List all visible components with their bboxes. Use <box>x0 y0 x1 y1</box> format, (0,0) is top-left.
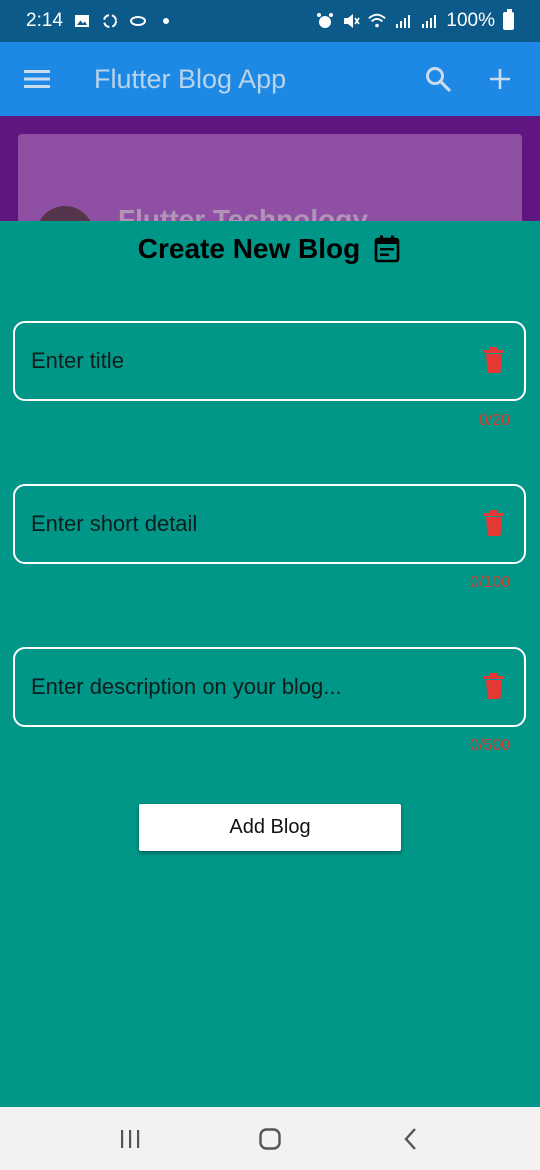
system-nav-bar <box>0 1107 540 1170</box>
recent-apps-icon <box>121 1129 140 1148</box>
recent-apps-button[interactable] <box>100 1114 160 1164</box>
calendar-icon <box>374 235 402 263</box>
wifi-icon <box>368 12 387 30</box>
title-counter: 0/20 <box>478 412 510 429</box>
trash-icon[interactable] <box>484 510 506 538</box>
mute-icon <box>342 12 361 30</box>
create-blog-sheet: Create New Blog 0/20 0/100 0/500 Add Blo… <box>0 221 540 1107</box>
short-detail-input[interactable] <box>31 511 484 537</box>
search-button[interactable] <box>418 59 458 99</box>
modal-scrim[interactable] <box>0 116 540 226</box>
trash-icon[interactable] <box>484 673 506 701</box>
search-icon <box>426 67 451 92</box>
back-button[interactable] <box>380 1114 440 1164</box>
app-bar: Flutter Blog App <box>0 42 540 116</box>
link-icon <box>129 12 147 30</box>
add-blog-button[interactable]: Add Blog <box>139 804 401 851</box>
battery-percent: 100% <box>446 10 495 31</box>
description-input[interactable] <box>31 674 484 700</box>
sync-icon <box>101 12 119 30</box>
status-bar: 2:14 100% <box>0 0 540 42</box>
sheet-header: Create New Blog <box>0 233 540 265</box>
title-field[interactable] <box>13 321 526 401</box>
alarm-icon <box>316 12 334 30</box>
status-time: 2:14 <box>26 10 63 31</box>
gallery-icon <box>73 12 91 30</box>
signal-icon <box>420 12 438 30</box>
title-input[interactable] <box>31 348 484 374</box>
home-icon <box>259 1127 281 1150</box>
back-icon <box>404 1127 416 1150</box>
description-field[interactable] <box>13 647 526 727</box>
menu-button[interactable] <box>20 62 54 96</box>
trash-icon[interactable] <box>484 347 506 375</box>
signal-icon <box>394 12 412 30</box>
home-button[interactable] <box>240 1114 300 1164</box>
dot-icon <box>157 12 175 30</box>
short-detail-counter: 0/100 <box>469 574 510 591</box>
sheet-title: Create New Blog <box>137 233 361 264</box>
add-icon <box>490 69 510 89</box>
menu-icon <box>24 70 50 88</box>
battery-icon <box>503 9 514 30</box>
add-button[interactable] <box>480 59 520 99</box>
short-detail-field[interactable] <box>13 484 526 564</box>
app-title: Flutter Blog App <box>94 63 287 94</box>
description-counter: 0/500 <box>469 737 510 754</box>
